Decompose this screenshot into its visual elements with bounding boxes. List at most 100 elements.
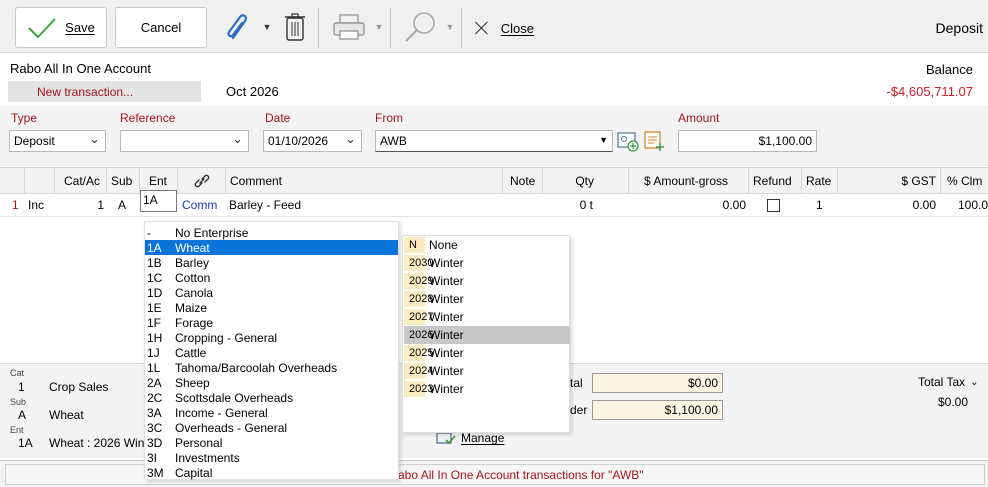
row-gst[interactable]: 0.00 <box>837 194 936 216</box>
contact-add-icon <box>617 132 639 152</box>
row-clm[interactable]: 100.00 <box>958 194 988 216</box>
col-note[interactable]: Note <box>502 168 542 193</box>
enterprise-option-name: Maize <box>175 300 208 315</box>
close-button[interactable]: Close <box>474 15 534 41</box>
season-option-code: N <box>404 237 425 253</box>
enterprise-option-name: Wheat <box>175 240 210 255</box>
enterprise-option[interactable]: 2A Sheep <box>145 375 398 390</box>
enterprise-option[interactable]: 1L Tahoma/Barcoolah Overheads <box>145 360 398 375</box>
season-option[interactable]: 2028 Winter <box>404 290 570 308</box>
remainder-value: $1,100.00 <box>664 403 718 417</box>
printer-icon <box>333 14 365 40</box>
season-option-name: Winter <box>429 274 464 288</box>
row-amount-gross[interactable]: 0.00 <box>628 194 746 216</box>
col-kind <box>24 168 54 193</box>
from-combobox[interactable]: AWB ▼ <box>375 130 613 152</box>
season-option[interactable]: 2026 Winter <box>404 326 570 344</box>
link-icon <box>194 174 209 187</box>
sub-name: Wheat <box>49 408 84 422</box>
save-button[interactable]: Save <box>15 7 107 48</box>
enterprise-option[interactable]: 1E Maize <box>145 300 398 315</box>
enterprise-option[interactable]: 2C Scottsdale Overheads <box>145 390 398 405</box>
col-qty[interactable]: Qty <box>542 168 628 193</box>
enterprise-option-name: Personal <box>175 435 223 450</box>
attach-button[interactable] <box>224 12 252 42</box>
close-icon <box>474 21 488 35</box>
col-catac[interactable]: Cat/Ac <box>54 168 106 193</box>
amount-value: $1,100.00 <box>758 134 812 148</box>
enterprise-option[interactable]: 1A Wheat <box>145 240 398 255</box>
season-option-name: None <box>429 238 458 252</box>
window-title: Deposit <box>935 20 983 36</box>
col-refund[interactable]: Refund <box>748 168 801 193</box>
enterprise-option[interactable]: 3C Overheads - General <box>145 420 398 435</box>
enterprise-dropdown: - No Enterprise 1A Wheat 1B Barley 1C Cotton 1D C… <box>144 221 399 480</box>
search-button[interactable] <box>402 10 438 44</box>
enterprise-option-name: Canola <box>175 285 214 300</box>
print-dropdown-icon[interactable]: ▼ <box>374 20 384 34</box>
enterprise-option[interactable]: - No Enterprise <box>145 225 398 240</box>
row-rate[interactable]: 1 <box>816 194 823 216</box>
season-option[interactable]: 2025 Winter <box>404 344 570 362</box>
enterprise-option[interactable]: 1J Cattle <box>145 345 398 360</box>
enterprise-option[interactable]: 1F Forage <box>145 315 398 330</box>
enterprise-option[interactable]: 3A Income - General <box>145 405 398 420</box>
add-note-button[interactable] <box>643 130 665 152</box>
season-option-code: 2028 <box>404 291 433 307</box>
enterprise-option[interactable]: 1D Canola <box>145 285 398 300</box>
row-qty[interactable]: 0 t <box>542 194 593 216</box>
reference-select[interactable] <box>120 130 249 152</box>
col-clm[interactable]: % Clm <box>940 168 988 193</box>
amount-input[interactable]: $1,100.00 <box>678 130 817 152</box>
row-comment[interactable]: Barley - Feed <box>229 194 301 216</box>
attach-dropdown-icon[interactable]: ▼ <box>262 20 272 34</box>
from-dropdown-icon[interactable]: ▼ <box>599 135 608 145</box>
manage-label: Manage <box>461 431 505 445</box>
account-name: Rabo All In One Account <box>10 61 151 76</box>
add-contact-button[interactable] <box>617 130 639 152</box>
enterprise-option-code: 3D <box>147 435 163 450</box>
row-link[interactable]: Comm <box>182 194 217 216</box>
enterprise-option[interactable]: 1B Barley <box>145 255 398 270</box>
cat-name: Crop Sales <box>49 380 109 394</box>
enterprise-option[interactable]: 3D Personal <box>145 435 398 450</box>
season-option[interactable]: 2024 Winter <box>404 362 570 380</box>
enterprise-option[interactable]: 3I Investments <box>145 450 398 465</box>
enterprise-option[interactable]: 1H Cropping - General <box>145 330 398 345</box>
new-transaction-tab[interactable]: New transaction... <box>8 81 201 102</box>
season-option[interactable]: 2029 Winter <box>404 272 570 290</box>
row-sub[interactable]: A <box>118 194 126 216</box>
enterprise-option[interactable]: 3M Capital <box>145 465 398 480</box>
total-tax-toggle[interactable]: Total Tax ⌄ <box>918 375 979 389</box>
close-label: Close <box>500 20 534 36</box>
season-option-code: 2029 <box>404 273 433 289</box>
col-link[interactable] <box>177 168 225 193</box>
season-option-name: Winter <box>429 310 464 324</box>
season-option[interactable]: N None <box>404 236 570 254</box>
season-option[interactable]: 2030 Winter <box>404 254 570 272</box>
row-refund-checkbox[interactable] <box>767 199 780 212</box>
col-sub[interactable]: Sub <box>106 168 139 193</box>
type-select[interactable]: Deposit <box>9 130 106 152</box>
season-option[interactable]: 2023 Winter <box>404 380 570 398</box>
season-option[interactable]: 2027 Winter <box>404 308 570 326</box>
toolbar: Save Cancel ▼ ▼ ▼ Close Deposit <box>0 0 988 53</box>
col-comment[interactable]: Comment <box>225 168 502 193</box>
row-catac[interactable]: 1 <box>54 194 104 216</box>
enterprise-option[interactable]: 1C Cotton <box>145 270 398 285</box>
status-text: abo All In One Account transactions for … <box>398 468 644 482</box>
col-rate[interactable]: Rate <box>801 168 837 193</box>
total-tax-label: Total Tax <box>918 375 966 389</box>
enterprise-option-code: 1H <box>147 330 163 345</box>
row-ent-input[interactable]: 1A <box>140 190 177 212</box>
table-row[interactable]: 1 Inc 1 A 1A Comm Barley - Feed 0 t 0.00… <box>0 190 988 217</box>
delete-button[interactable] <box>283 12 307 42</box>
search-dropdown-icon[interactable]: ▼ <box>445 20 455 34</box>
col-gst[interactable]: $ GST <box>837 168 940 193</box>
ent-small-label: Ent <box>10 425 24 435</box>
print-button[interactable] <box>332 12 366 42</box>
col-amount-gross[interactable]: $ Amount-gross <box>628 168 748 193</box>
cancel-button[interactable]: Cancel <box>115 7 207 48</box>
date-picker[interactable]: 01/10/2026 <box>263 130 362 152</box>
total-value: $0.00 <box>687 376 718 390</box>
